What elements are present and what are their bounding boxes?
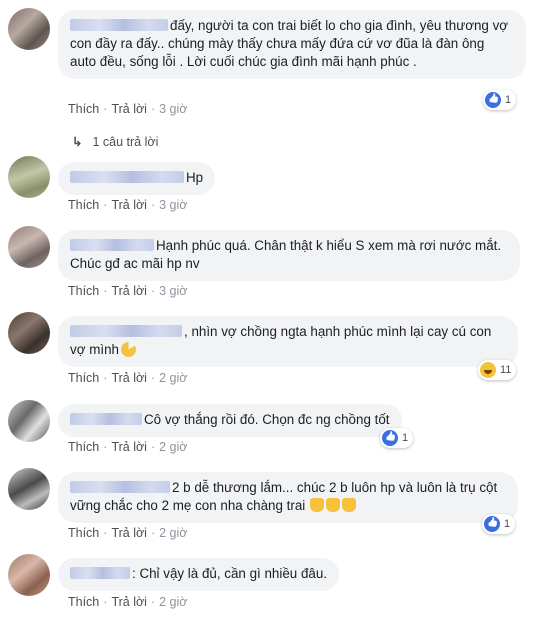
view-replies-link[interactable]: ↳ 1 câu trả lời [72,134,158,149]
reaction-count[interactable]: 11 [478,360,517,380]
author-name[interactable] [70,325,182,337]
like-button[interactable]: Thích [68,595,99,609]
comment-bubble: : Chỉ vậy là đủ, cần gì nhiều đâu. [58,558,340,591]
reply-button[interactable]: Trả lời [111,526,147,540]
comment-text: : Chỉ vậy là đủ, cần gì nhiều đâu. [132,566,328,581]
timestamp[interactable]: 3 giờ [159,102,187,116]
like-icon [382,430,398,446]
reaction-count[interactable]: 1 [482,514,516,534]
reply-button[interactable]: Trả lời [111,102,147,116]
haha-icon [480,362,496,378]
author-name[interactable] [70,239,154,251]
avatar[interactable] [8,400,50,442]
like-button[interactable]: Thích [68,284,99,298]
comment-bubble: Cô vợ thắng rồi đó. Chọn đc ng chồng tốt [58,404,402,437]
comment-bubble: , nhìn vợ chồng ngta hạnh phúc mình lại … [58,316,518,367]
comment-actions: Thích · Trả lời · 3 giờ [68,284,188,298]
like-button[interactable]: Thích [68,102,99,116]
avatar[interactable] [8,226,50,268]
timestamp[interactable]: 2 giờ [159,371,187,385]
reaction-count[interactable]: 1 [380,428,414,448]
like-button[interactable]: Thích [68,440,99,454]
reply-arrow-icon: ↳ [72,135,83,149]
avatar[interactable] [8,8,50,50]
like-icon [484,516,500,532]
author-name[interactable] [70,171,184,183]
timestamp[interactable]: 2 giờ [159,595,187,609]
like-button[interactable]: Thích [68,371,99,385]
author-name[interactable] [70,481,170,493]
reaction-count[interactable]: 1 [483,90,517,110]
like-button[interactable]: Thích [68,198,99,212]
thumbs-up-emoji-icon [342,498,356,512]
comment-bubble: 2 b dễ thương lắm... chúc 2 b luôn hp và… [58,472,518,523]
comment-text: Hp [186,170,204,185]
like-button[interactable]: Thích [68,526,99,540]
reply-button[interactable]: Trả lời [111,198,147,212]
author-name[interactable] [70,19,168,31]
timestamp[interactable]: 2 giờ [159,526,187,540]
avatar[interactable] [8,312,50,354]
timestamp[interactable]: 3 giờ [159,198,187,212]
comment-actions: Thích · Trả lời · 2 giờ [68,595,188,609]
timestamp[interactable]: 2 giờ [159,440,187,454]
comment-actions: Thích · Trả lời · 3 giờ [68,198,188,212]
comment-bubble: đấy, người ta con trai biết lo cho gia đ… [58,10,526,79]
comment-bubble: Hạnh phúc quá. Chân thật k hiểu S xem mà… [58,230,520,281]
avatar[interactable] [8,554,50,596]
thumbs-up-emoji-icon [310,498,324,512]
author-name[interactable] [70,567,130,579]
comment-actions: Thích · Trả lời · 2 giờ [68,440,188,454]
reply-button[interactable]: Trả lời [111,440,147,454]
thumbs-up-emoji-icon [326,498,340,512]
emoji-icon [120,342,136,357]
avatar[interactable] [8,468,50,510]
timestamp[interactable]: 3 giờ [159,284,187,298]
comment-actions: Thích · Trả lời · 2 giờ [68,526,188,540]
comment-text: Cô vợ thắng rồi đó. Chọn đc ng chồng tốt [144,412,390,427]
comment-actions: Thích · Trả lời · 2 giờ [68,371,188,385]
reply-button[interactable]: Trả lời [111,371,147,385]
reply-button[interactable]: Trả lời [111,595,147,609]
reply-button[interactable]: Trả lời [111,284,147,298]
comment-actions: Thích · Trả lời · 3 giờ [68,102,188,116]
like-icon [485,92,501,108]
avatar[interactable] [8,156,50,198]
comment-bubble: Hp [58,162,216,195]
author-name[interactable] [70,413,142,425]
